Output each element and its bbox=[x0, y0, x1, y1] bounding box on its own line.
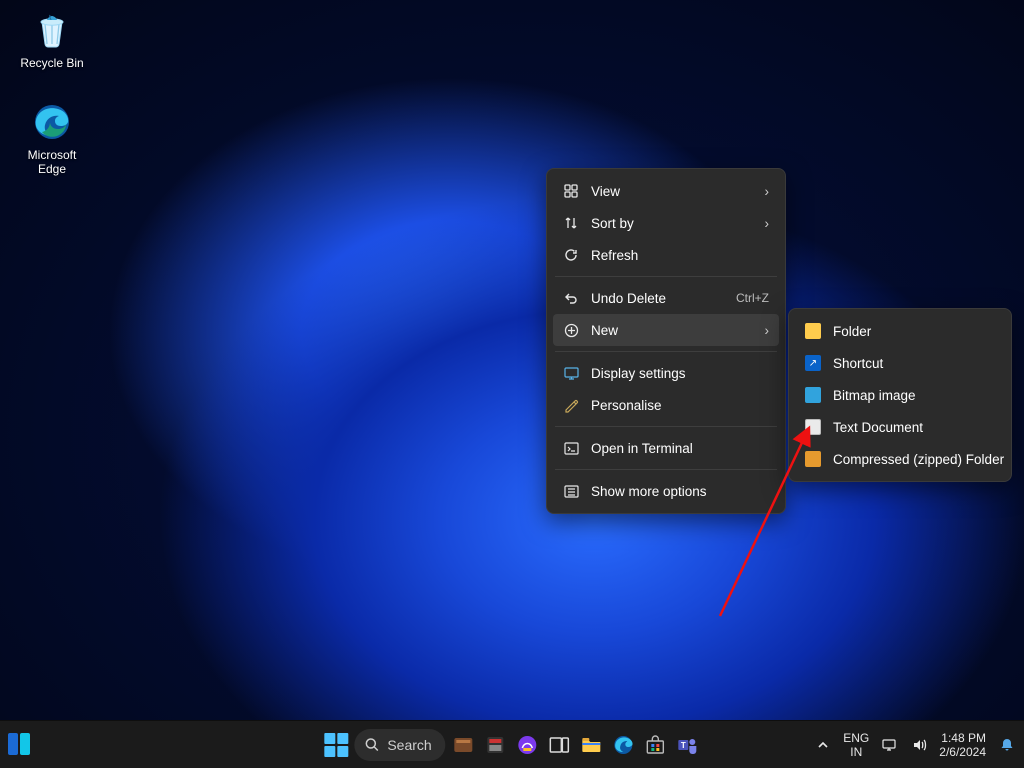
new-icon bbox=[563, 323, 579, 338]
start-button[interactable] bbox=[322, 731, 350, 759]
submenu-item-label: Shortcut bbox=[833, 356, 995, 371]
menu-item-label: Refresh bbox=[591, 248, 769, 263]
desktop-icon-edge[interactable]: Microsoft Edge bbox=[14, 100, 90, 176]
tray-volume-icon[interactable] bbox=[909, 731, 929, 759]
taskbar: Search T ENG IN bbox=[0, 720, 1024, 768]
menu-item-shortcut: Ctrl+Z bbox=[736, 291, 769, 305]
desktop-context-menu: View › Sort by › Refresh Undo Delete Ctr… bbox=[546, 168, 786, 514]
menu-item-label: Display settings bbox=[591, 366, 769, 381]
menu-item-undo-delete[interactable]: Undo Delete Ctrl+Z bbox=[553, 282, 779, 314]
desktop-icon-recycle-bin[interactable]: Recycle Bin bbox=[14, 8, 90, 70]
menu-separator bbox=[555, 351, 777, 352]
search-icon bbox=[364, 737, 379, 752]
submenu-item-label: Folder bbox=[833, 324, 995, 339]
chevron-up-icon bbox=[817, 739, 829, 751]
taskbar-file-explorer[interactable] bbox=[578, 731, 606, 759]
windows-logo-icon bbox=[324, 733, 348, 757]
taskbar-store[interactable] bbox=[642, 731, 670, 759]
submenu-item-folder[interactable]: Folder bbox=[795, 315, 1005, 347]
menu-separator bbox=[555, 426, 777, 427]
menu-item-open-terminal[interactable]: Open in Terminal bbox=[553, 432, 779, 464]
sort-icon bbox=[563, 216, 579, 230]
taskbar-widgets-button[interactable] bbox=[6, 731, 32, 762]
clock-time: 1:48 PM bbox=[939, 731, 986, 745]
more-options-icon bbox=[563, 484, 579, 499]
tray-notifications-icon[interactable] bbox=[996, 731, 1018, 759]
submenu-item-label: Bitmap image bbox=[833, 388, 995, 403]
bitmap-icon bbox=[805, 387, 821, 403]
taskbar-search[interactable]: Search bbox=[354, 729, 445, 761]
menu-item-label: View bbox=[591, 184, 753, 199]
menu-item-label: Undo Delete bbox=[591, 291, 708, 306]
menu-item-label: Sort by bbox=[591, 216, 753, 231]
view-icon bbox=[563, 184, 579, 198]
submenu-item-zipped-folder[interactable]: Compressed (zipped) Folder bbox=[795, 443, 1005, 475]
refresh-icon bbox=[563, 248, 579, 262]
menu-item-label: New bbox=[591, 323, 753, 338]
clock-date: 2/6/2024 bbox=[939, 745, 986, 759]
svg-text:T: T bbox=[681, 741, 686, 750]
chevron-right-icon: › bbox=[765, 323, 770, 338]
menu-item-personalise[interactable]: Personalise bbox=[553, 389, 779, 421]
menu-item-show-more-options[interactable]: Show more options bbox=[553, 475, 779, 507]
menu-item-label: Open in Terminal bbox=[591, 441, 769, 456]
menu-item-view[interactable]: View › bbox=[553, 175, 779, 207]
display-settings-icon bbox=[563, 366, 579, 381]
personalise-icon bbox=[563, 398, 579, 413]
tray-overflow-button[interactable] bbox=[813, 731, 833, 759]
menu-separator bbox=[555, 469, 777, 470]
submenu-item-shortcut[interactable]: ↗ Shortcut bbox=[795, 347, 1005, 379]
chevron-right-icon: › bbox=[765, 184, 770, 199]
menu-item-label: Personalise bbox=[591, 398, 769, 413]
chevron-right-icon: › bbox=[765, 216, 770, 231]
edge-icon bbox=[30, 100, 74, 144]
menu-item-new[interactable]: New › bbox=[553, 314, 779, 346]
submenu-item-bitmap[interactable]: Bitmap image bbox=[795, 379, 1005, 411]
search-placeholder: Search bbox=[387, 737, 431, 753]
desktop-icon-label: Microsoft Edge bbox=[14, 148, 90, 176]
taskbar-task-view[interactable] bbox=[546, 731, 574, 759]
menu-item-display-settings[interactable]: Display settings bbox=[553, 357, 779, 389]
shortcut-icon: ↗ bbox=[805, 355, 821, 371]
terminal-icon bbox=[563, 441, 579, 456]
language-bottom: IN bbox=[843, 745, 869, 759]
new-submenu: Folder ↗ Shortcut Bitmap image Text Docu… bbox=[788, 308, 1012, 482]
taskbar-edge[interactable] bbox=[610, 731, 638, 759]
submenu-item-label: Compressed (zipped) Folder bbox=[833, 452, 1004, 467]
desktop[interactable]: Recycle Bin Microsoft Edge View › Sort b… bbox=[0, 0, 1024, 720]
taskbar-clock[interactable]: 1:48 PM 2/6/2024 bbox=[939, 731, 986, 759]
tray-network-icon[interactable] bbox=[879, 731, 899, 759]
menu-item-label: Show more options bbox=[591, 484, 769, 499]
language-top: ENG bbox=[843, 731, 869, 745]
taskbar-pinned-app-2[interactable] bbox=[482, 731, 510, 759]
desktop-icon-label: Recycle Bin bbox=[14, 56, 90, 70]
menu-item-refresh[interactable]: Refresh bbox=[553, 239, 779, 271]
text-document-icon bbox=[805, 419, 821, 435]
taskbar-teams[interactable]: T bbox=[674, 731, 702, 759]
taskbar-language[interactable]: ENG IN bbox=[843, 731, 869, 759]
menu-item-sort-by[interactable]: Sort by › bbox=[553, 207, 779, 239]
taskbar-pinned-app-1[interactable] bbox=[450, 731, 478, 759]
folder-icon bbox=[805, 323, 821, 339]
submenu-item-label: Text Document bbox=[833, 420, 995, 435]
undo-icon bbox=[563, 291, 579, 305]
submenu-item-text-document[interactable]: Text Document bbox=[795, 411, 1005, 443]
taskbar-pinned-app-3[interactable] bbox=[514, 731, 542, 759]
recycle-bin-icon bbox=[30, 8, 74, 52]
menu-separator bbox=[555, 276, 777, 277]
zipped-folder-icon bbox=[805, 451, 821, 467]
